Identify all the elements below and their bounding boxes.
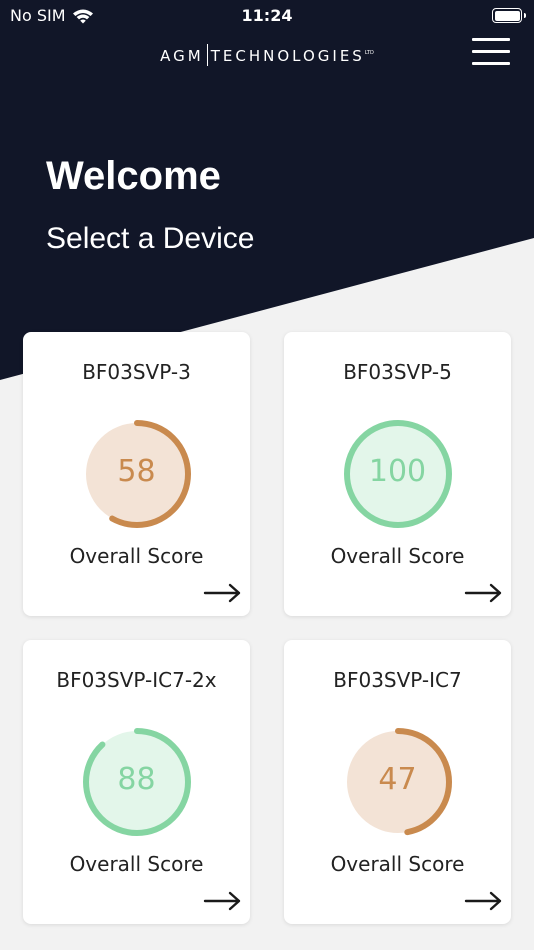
score-value: 58: [117, 454, 156, 489]
score-label: Overall Score: [330, 544, 465, 568]
arrow-right-icon[interactable]: [464, 890, 504, 912]
hamburger-menu-icon[interactable]: [472, 36, 512, 68]
battery-icon: [492, 8, 526, 23]
score-value: 47: [378, 762, 417, 797]
menu-line: [472, 62, 510, 65]
arrow-right-icon[interactable]: [203, 582, 243, 604]
brand-left: AGM: [160, 47, 204, 65]
status-bar: No SIM 11:24: [0, 0, 534, 32]
device-card-0[interactable]: BF03SVP-3 58 Overall Score: [23, 332, 250, 616]
arrow-right-icon[interactable]: [203, 890, 243, 912]
device-card-2[interactable]: BF03SVP-IC7-2x 88 Overall Score: [23, 640, 250, 924]
device-card-1[interactable]: BF03SVP-5 100 Overall Score: [284, 332, 511, 616]
score-label: Overall Score: [69, 544, 204, 568]
page-subtitle: Select a Device: [46, 222, 255, 255]
battery-level: [494, 10, 520, 21]
score-value: 100: [368, 454, 427, 489]
device-name: BF03SVP-3: [82, 360, 191, 384]
brand-right: TECHNOLOGIES: [210, 47, 365, 65]
menu-line: [472, 38, 510, 41]
score-value: 88: [117, 762, 156, 797]
menu-line: [472, 50, 510, 53]
device-name: BF03SVP-5: [343, 360, 452, 384]
brand-divider: [206, 44, 208, 66]
device-name: BF03SVP-IC7: [333, 668, 462, 692]
brand-suffix: LTD: [364, 50, 374, 56]
page-title: Welcome: [46, 154, 221, 198]
brand-logo: AGM TECHNOLOGIESLTD: [0, 44, 534, 66]
clock: 11:24: [241, 6, 293, 25]
arrow-right-icon[interactable]: [464, 582, 504, 604]
score-label: Overall Score: [330, 852, 465, 876]
device-card-3[interactable]: BF03SVP-IC7 47 Overall Score: [284, 640, 511, 924]
device-name: BF03SVP-IC7-2x: [56, 668, 217, 692]
score-label: Overall Score: [69, 852, 204, 876]
